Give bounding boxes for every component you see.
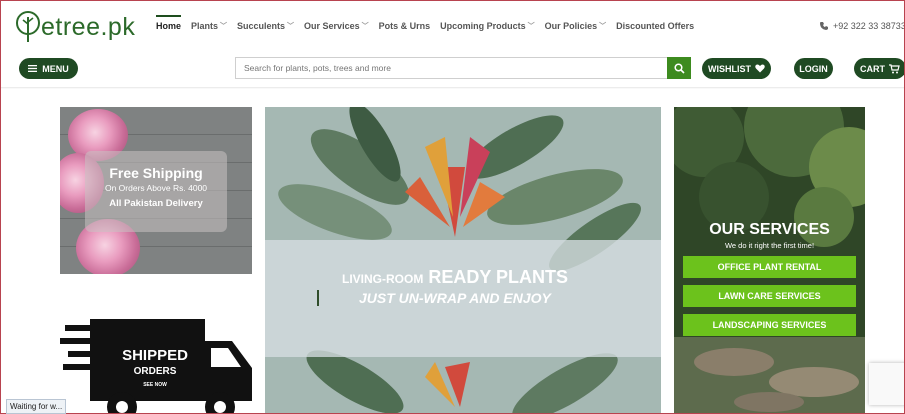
site-logo[interactable]: etree.pk <box>15 9 135 45</box>
chevron-down-icon: ﹀ <box>287 23 295 30</box>
nav-home[interactable]: Home <box>156 15 182 31</box>
nav-discounted-offers[interactable]: Discounted Offers <box>616 21 694 31</box>
our-services-banner: OUR SERVICES We do it right the first ti… <box>674 107 865 413</box>
shipping-info-card: Free Shipping On Orders Above Rs. 4000 A… <box>85 151 227 232</box>
page-frame: etree.pk Home Plants ﹀ Succulents ﹀ Our Se… <box>0 0 905 414</box>
cart-icon <box>889 63 900 73</box>
nav-succulents-label: Succulents <box>237 21 286 31</box>
menu-label: MENU <box>42 63 69 74</box>
nav-home-label: Home <box>156 21 182 31</box>
shipped-orders-banner[interactable]: SHIPPED ORDERS SEE NOW <box>60 313 254 413</box>
text-cursor <box>317 290 319 306</box>
login-label: LOGIN <box>799 63 828 74</box>
search-icon <box>673 62 685 74</box>
search-input[interactable] <box>235 57 667 79</box>
chevron-down-icon: ﹀ <box>527 23 535 30</box>
nav-succulents[interactable]: Succulents ﹀ <box>237 21 294 31</box>
tree-icon <box>16 11 40 42</box>
chevron-down-icon: ﹀ <box>361 23 369 30</box>
headline-line1: LIVING-ROOM READY PLANTS <box>342 267 568 288</box>
shipping-title: Free Shipping <box>109 165 203 181</box>
headline-main: READY PLANTS <box>428 267 569 287</box>
nav-pots-urns[interactable]: Pots & Urns <box>379 21 431 31</box>
cart-label: CART <box>860 63 885 74</box>
headline-line2: JUST UN-WRAP AND ENJOY <box>359 290 551 306</box>
nav-discounted-offers-label: Discounted Offers <box>616 21 695 31</box>
top-header: etree.pk Home Plants ﹀ Succulents ﹀ Our Se… <box>1 1 904 53</box>
shipped-subtitle: ORDERS <box>133 366 177 377</box>
phone-icon <box>820 22 828 30</box>
free-shipping-banner[interactable]: Free Shipping On Orders Above Rs. 4000 A… <box>60 107 252 274</box>
headline-prefix: LIVING-ROOM <box>342 272 424 286</box>
nav-plants-label: Plants <box>191 21 219 31</box>
wishlist-label: WISHLIST <box>708 63 751 74</box>
chevron-down-icon: ﹀ <box>220 23 228 30</box>
landscaping-services-button[interactable]: LANDSCAPING SERVICES <box>683 314 856 336</box>
shipped-title: SHIPPED <box>122 347 188 364</box>
shipping-subtitle: On Orders Above Rs. 4000 <box>104 183 208 193</box>
search-button[interactable] <box>667 57 691 79</box>
browser-status-bar: Waiting for w... <box>6 399 67 414</box>
wishlist-button[interactable]: WISHLIST <box>702 58 771 79</box>
login-button[interactable]: LOGIN <box>794 58 833 79</box>
nav-our-policies-label: Our Policies <box>544 21 598 31</box>
menu-button[interactable]: MENU <box>19 58 78 79</box>
nav-our-services-label: Our Services <box>304 21 360 31</box>
services-title: OUR SERVICES <box>709 221 830 238</box>
phone-number: +92 322 33 38733 <box>833 21 905 31</box>
heart-icon <box>755 64 765 73</box>
nav-pots-urns-label: Pots & Urns <box>378 21 431 31</box>
office-plant-rental-button[interactable]: OFFICE PLANT RENTAL <box>683 256 856 278</box>
hamburger-icon <box>28 65 38 72</box>
cart-button[interactable]: CART <box>854 58 904 79</box>
logo-text: etree.pk <box>41 12 136 41</box>
header-divider <box>1 87 904 89</box>
chevron-down-icon: ﹀ <box>599 23 607 30</box>
lawn-care-services-button[interactable]: LAWN CARE SERVICES <box>683 285 856 307</box>
ready-plants-banner[interactable]: LIVING-ROOM READY PLANTS JUST UN-WRAP AN… <box>265 107 661 413</box>
nav-upcoming-products[interactable]: Upcoming Products ﹀ <box>440 21 535 31</box>
see-now-link[interactable]: SEE NOW <box>100 382 210 388</box>
services-subtitle: We do it right the first time! <box>724 241 815 250</box>
nav-upcoming-products-label: Upcoming Products <box>440 21 526 31</box>
recaptcha-badge[interactable] <box>869 363 904 405</box>
search-bar <box>235 57 691 79</box>
nav-our-policies[interactable]: Our Policies ﹀ <box>545 21 607 31</box>
nav-plants[interactable]: Plants ﹀ <box>191 21 227 31</box>
phone-contact[interactable]: +92 322 33 38733 <box>819 21 905 31</box>
main-nav: Home Plants ﹀ Succulents ﹀ Our Services ﹀ P… <box>156 15 694 31</box>
nav-our-services[interactable]: Our Services ﹀ <box>304 21 369 31</box>
shipping-delivery: All Pakistan Delivery <box>109 198 203 209</box>
